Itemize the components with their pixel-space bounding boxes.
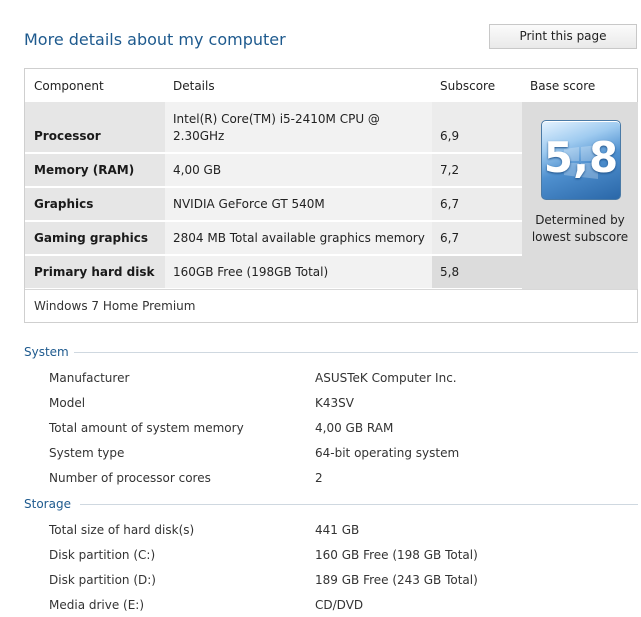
property-value: ASUSTeK Computer Inc. [315,371,457,385]
property-label: Total amount of system memory [49,421,244,435]
property-label: Media drive (E:) [49,598,145,612]
property-value: 441 GB [315,523,360,537]
score-table: Component Details Subscore Base score Pr… [24,68,638,323]
base-score-panel: 5,8 Determined by lowest subscore [522,102,638,289]
property-label: System type [49,446,125,460]
property-label: Disk partition (D:) [49,573,156,587]
section-divider [74,352,638,353]
property-label: Manufacturer [49,371,130,385]
component-details: 4,00 GB [173,163,222,177]
section-title-system: System [24,345,69,359]
component-details: NVIDIA GeForce GT 540M [173,197,325,211]
property-label: Total size of hard disk(s) [49,523,195,537]
windows-edition: Windows 7 Home Premium [34,299,196,313]
property-label: Disk partition (C:) [49,548,156,562]
property-label: Number of processor cores [49,471,211,485]
column-header-subscore: Subscore [440,79,496,93]
base-score-note-line1: Determined by [535,213,625,227]
print-page-button[interactable]: Print this page [489,24,637,49]
component-name: Graphics [34,197,94,211]
base-score-note-line2: lowest subscore [531,230,629,244]
table-row [25,102,522,152]
subscore-value: 6,7 [440,197,460,211]
property-value: 2 [315,471,323,485]
page-title: More details about my computer [24,30,286,49]
base-score-badge: 5,8 [541,120,621,200]
property-label: Model [49,396,86,410]
base-score-note: Determined by lowest subscore [522,212,638,246]
property-value: CD/DVD [315,598,364,612]
component-name: Primary hard disk [34,265,155,279]
divider [25,289,637,290]
column-header-component: Component [34,79,104,93]
subscore-value: 6,7 [440,231,460,245]
column-header-base-score: Base score [530,79,596,93]
property-value: 4,00 GB RAM [315,421,394,435]
section-divider [80,504,638,505]
component-details: 2804 MB Total available graphics memory [173,231,425,245]
component-name: Processor [34,129,101,143]
property-value: 189 GB Free (243 GB Total) [315,573,478,587]
component-details-cont: 2.30GHz [173,129,225,143]
subscore-value: 7,2 [440,163,460,177]
property-value: 160 GB Free (198 GB Total) [315,548,478,562]
component-details: Intel(R) Core(TM) i5-2410M CPU @ [173,112,380,126]
base-score-value: 5,8 [543,133,619,182]
property-value: 64-bit operating system [315,446,460,460]
component-name: Gaming graphics [34,231,148,245]
property-value: K43SV [315,396,354,410]
component-details: 160GB Free (198GB Total) [173,265,329,279]
section-title-storage: Storage [24,497,71,511]
subscore-value: 6,9 [440,129,460,143]
column-header-details: Details [173,79,215,93]
subscore-value: 5,8 [440,265,460,279]
component-name: Memory (RAM) [34,163,135,177]
